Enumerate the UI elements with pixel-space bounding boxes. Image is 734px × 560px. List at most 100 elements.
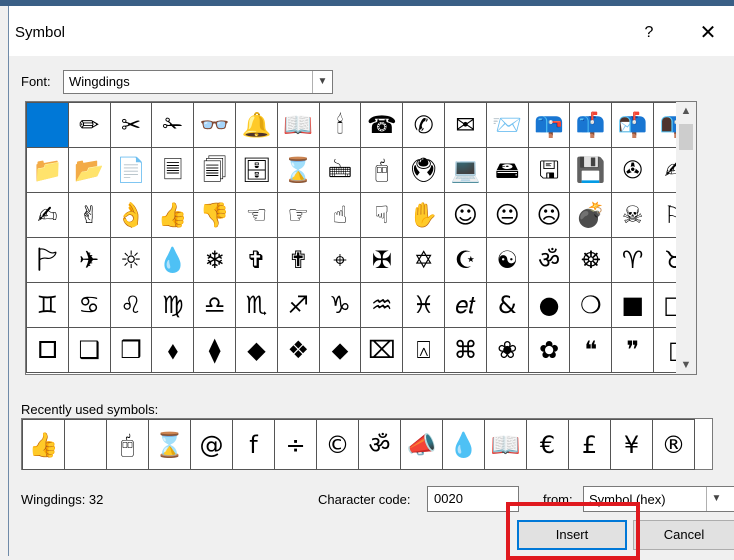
symbol-cell[interactable]: ☸ — [569, 237, 613, 283]
symbol-cell[interactable]: ◆ — [235, 327, 278, 373]
symbol-cell-selected[interactable] — [26, 102, 69, 148]
symbol-cell[interactable]: 👓 — [193, 102, 237, 148]
symbol-cell[interactable]: ॐ — [527, 237, 571, 283]
scroll-down-icon[interactable]: ▼ — [676, 356, 696, 374]
symbol-cell[interactable]: ❖ — [276, 327, 320, 373]
symbol-cell[interactable]: ☜ — [235, 192, 278, 238]
recent-symbol-cell[interactable]: ÷ — [274, 419, 317, 470]
recent-symbol-cell[interactable]: 📖 — [484, 419, 527, 470]
symbol-cell[interactable]: ✞ — [235, 237, 278, 283]
symbol-cell[interactable]: ☠ — [611, 192, 655, 238]
symbol-cell[interactable]: ⌧ — [360, 327, 404, 373]
symbol-cell[interactable]: ✉ — [444, 102, 487, 148]
symbol-cell[interactable]: ☪ — [444, 237, 487, 283]
symbol-cell[interactable]: ❒ — [109, 327, 153, 373]
symbol-cell[interactable]: ✈ — [67, 237, 111, 283]
symbol-cell[interactable]: 🗐 — [193, 147, 237, 193]
symbol-cell[interactable]: ♊ — [26, 282, 69, 328]
symbol-cell[interactable]: 👍 — [151, 192, 195, 238]
insert-button[interactable]: Insert — [517, 520, 627, 550]
recent-symbol-cell[interactable]: 💧 — [442, 419, 485, 470]
symbol-cell[interactable]: ♌ — [109, 282, 153, 328]
symbol-cell[interactable]: 🕯 — [318, 102, 362, 148]
symbol-cell[interactable]: 🖰 — [360, 147, 404, 193]
font-dropdown[interactable]: Wingdings ▼ — [63, 70, 333, 94]
recent-symbols-strip[interactable]: 👍 🖰 ⌛ @ f ÷ © ॐ 📣 💧 📖 € £ ¥ ® — [21, 418, 713, 470]
from-dropdown[interactable]: Symbol (hex) ▼ — [583, 486, 734, 512]
symbol-cell[interactable]: 🖴 — [485, 147, 529, 193]
symbol-cell[interactable]: 🖫 — [527, 147, 571, 193]
symbol-cell[interactable]: ⬥ — [318, 327, 362, 373]
symbol-cell[interactable]: ☺ — [444, 192, 487, 238]
symbol-cell[interactable]: ♒ — [360, 282, 404, 328]
symbol-cell[interactable]: 🗄 — [235, 147, 278, 193]
symbol-cell[interactable]: ✆ — [402, 102, 446, 148]
symbol-cell[interactable]: 👌 — [109, 192, 153, 238]
chevron-down-icon[interactable]: ▼ — [706, 487, 726, 511]
symbol-cell[interactable]: 👎 — [193, 192, 237, 238]
symbol-cell[interactable]: 📖 — [276, 102, 320, 148]
symbol-cell[interactable]: ■ — [611, 282, 655, 328]
symbol-cell[interactable]: ⧫ — [193, 327, 237, 373]
symbol-cell[interactable]: ✡ — [402, 237, 446, 283]
symbol-cell[interactable]: ✇ — [611, 147, 655, 193]
symbol-cell[interactable]: 🔔 — [235, 102, 278, 148]
symbol-cell[interactable]: ♓ — [402, 282, 446, 328]
symbol-cell[interactable]: ☹ — [527, 192, 571, 238]
symbol-cell[interactable]: ❑ — [67, 327, 111, 373]
recent-symbol-cell[interactable]: ¥ — [610, 419, 653, 470]
recent-symbol-cell[interactable]: ⌛ — [148, 419, 191, 470]
symbol-cell[interactable]: ❝ — [569, 327, 613, 373]
symbol-cell[interactable]: 📫 — [569, 102, 613, 148]
symbol-cell[interactable]: ☯ — [485, 237, 529, 283]
symbol-cell[interactable]: ♎ — [193, 282, 237, 328]
recent-symbol-cell[interactable]: 👍 — [22, 419, 65, 470]
symbol-cell[interactable]: ✍ — [26, 192, 69, 238]
symbol-cell[interactable]: 💧 — [151, 237, 195, 283]
symbol-cell[interactable]: 💣 — [569, 192, 613, 238]
symbol-cell[interactable]: ✟ — [276, 237, 320, 283]
symbol-cell[interactable]: 📄 — [109, 147, 153, 193]
symbol-cell[interactable]: ❀ — [485, 327, 529, 373]
symbol-cell[interactable]: ☟ — [360, 192, 404, 238]
recent-symbol-cell[interactable]: f — [232, 419, 275, 470]
chevron-down-icon[interactable]: ▼ — [312, 71, 332, 93]
scroll-up-icon[interactable]: ▲ — [676, 102, 696, 120]
symbol-cell[interactable]: 📬 — [611, 102, 655, 148]
symbol-cell[interactable]: ✿ — [527, 327, 571, 373]
symbol-cell[interactable]: ✠ — [360, 237, 404, 283]
symbol-grid[interactable]: ✏ ✂ ✁ 👓 🔔 📖 🕯 ☎ ✆ ✉ 📨 📪 📫 📬 📭 📁 📂 📄 🗏 🗐 🗄 ⌛ 🖮 🖰 🖲 💻 🖴 🖫 💾 ✇ ✍ ✍ ✌ 👌 👍 👎 ☜ ☞ ☝ ☟… — [25, 101, 697, 375]
symbol-cell[interactable]: 📨 — [485, 102, 529, 148]
symbol-cell[interactable]: ♏ — [235, 282, 278, 328]
recent-symbol-cell[interactable]: ॐ — [358, 419, 401, 470]
symbol-cell[interactable]: 💾 — [569, 147, 613, 193]
symbol-cell[interactable]: 📂 — [67, 147, 111, 193]
symbol-cell[interactable]: ❞ — [611, 327, 655, 373]
recent-symbol-cell[interactable]: ® — [652, 419, 695, 470]
symbol-cell[interactable]: ☝ — [318, 192, 362, 238]
scroll-thumb[interactable] — [679, 124, 693, 150]
symbol-cell[interactable]: ☞ — [276, 192, 320, 238]
symbol-cell[interactable]: ✋ — [402, 192, 446, 238]
symbol-cell[interactable]: 𝑒𝑡 — [444, 282, 487, 328]
symbol-cell[interactable]: ⌛ — [276, 147, 320, 193]
symbol-cell[interactable]: ⬧ — [151, 327, 195, 373]
symbol-cell[interactable]: ✏ — [67, 102, 111, 148]
symbol-cell[interactable]: ☼ — [109, 237, 153, 283]
symbol-cell[interactable]: ♍ — [151, 282, 195, 328]
symbol-cell[interactable]: ♐ — [276, 282, 320, 328]
symbol-cell[interactable]: & — [485, 282, 529, 328]
symbol-cell[interactable]: ● — [527, 282, 571, 328]
symbol-cell[interactable]: ⌘ — [444, 327, 487, 373]
symbol-cell[interactable]: 💻 — [444, 147, 487, 193]
recent-symbol-cell[interactable] — [64, 419, 107, 470]
symbol-cell[interactable]: ⍓ — [402, 327, 446, 373]
recent-symbol-cell[interactable]: £ — [568, 419, 611, 470]
close-button[interactable]: ✕ — [685, 16, 731, 50]
recent-symbol-cell[interactable]: € — [526, 419, 569, 470]
symbol-cell[interactable]: 🖮 — [318, 147, 362, 193]
symbol-cell[interactable]: ♑ — [318, 282, 362, 328]
symbol-cell[interactable]: 🖲 — [402, 147, 446, 193]
help-button[interactable]: ? — [629, 16, 669, 50]
symbol-cell[interactable]: ❍ — [569, 282, 613, 328]
